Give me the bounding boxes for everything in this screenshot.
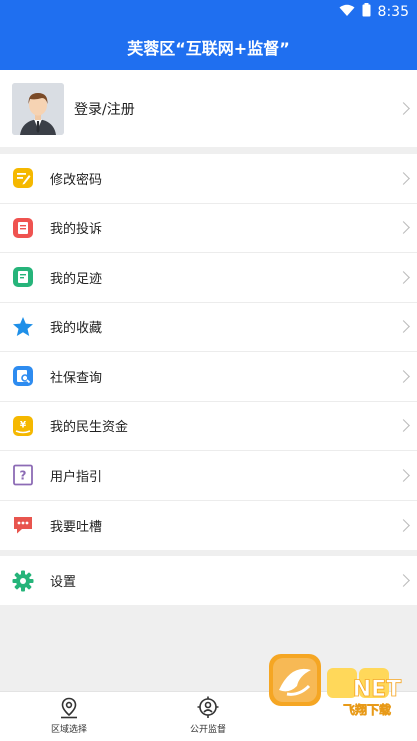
chevron-right-icon [397,574,410,587]
battery-icon [362,3,371,21]
menu-item-label: 我要吐槽 [50,519,103,535]
gear-icon [12,570,34,592]
chevron-right-icon [397,320,410,334]
menu-item-label: 用户指引 [50,469,103,485]
watermark-logo: NET 飞翔下载 [227,650,417,741]
star-icon [12,316,34,338]
menu-item-label: 我的投诉 [50,222,103,238]
question-icon: ? [12,464,34,486]
footprint-icon [12,266,34,288]
avatar [12,82,64,135]
svg-text:¥: ¥ [20,420,27,430]
chevron-right-icon [397,369,410,383]
menu-item-label: 我的足迹 [50,271,103,287]
edit-icon [12,167,34,189]
search-doc-icon [12,365,34,387]
menu-item-label: 社保查询 [50,370,103,386]
menu-item-label: 我的收藏 [50,321,103,337]
menu-item-change-password[interactable]: 修改密码 [0,154,417,204]
watermark-text: NET [353,677,401,702]
login-register-row[interactable]: 登录/注册 [0,70,417,147]
tab-region-select[interactable]: 区域选择 [19,696,119,735]
watermark-subtext: 飞翔下载 [343,702,391,717]
chevron-right-icon [397,102,410,115]
menu-item-settings[interactable]: 设置 [0,556,417,605]
location-icon [61,697,77,719]
complaint-icon [12,217,34,239]
menu-item-label: 修改密码 [50,172,103,188]
status-bar: 8:35 [0,0,417,24]
menu-item-label: 我的民生资金 [50,420,129,436]
settings-label: 设置 [50,575,77,590]
svg-text:?: ? [20,469,27,483]
login-register-label: 登录/注册 [74,101,135,118]
menu-item-user-guide[interactable]: ? 用户指引 [0,451,417,501]
chevron-right-icon [397,270,410,284]
menu-item-my-footprints[interactable]: 我的足迹 [0,253,417,303]
chevron-right-icon [397,518,410,532]
menu-list: 修改密码 我的投诉 我的足迹 我的收藏 社保查询 ¥ 我的民生资金 ? 用户指引… [0,154,417,550]
chevron-right-icon [397,468,410,482]
menu-item-livelihood-funds[interactable]: ¥ 我的民生资金 [0,402,417,451]
chevron-right-icon [397,221,410,235]
menu-item-complain-feedback[interactable]: 我要吐槽 [0,501,417,551]
tab-label: 公开监督 [189,725,226,735]
menu-item-social-security-query[interactable]: 社保查询 [0,352,417,402]
page-title: 芙蓉区“互联网+监督” [0,24,417,70]
yuan-icon: ¥ [12,415,34,437]
status-time: 8:35 [377,4,409,20]
menu-item-my-complaints[interactable]: 我的投诉 [0,204,417,253]
wifi-icon [339,4,355,21]
supervise-icon [197,696,219,718]
chat-icon [12,514,34,536]
chevron-right-icon [397,419,410,433]
tab-label: 区域选择 [50,725,87,735]
menu-item-my-favorites[interactable]: 我的收藏 [0,303,417,352]
chevron-right-icon [397,171,410,185]
